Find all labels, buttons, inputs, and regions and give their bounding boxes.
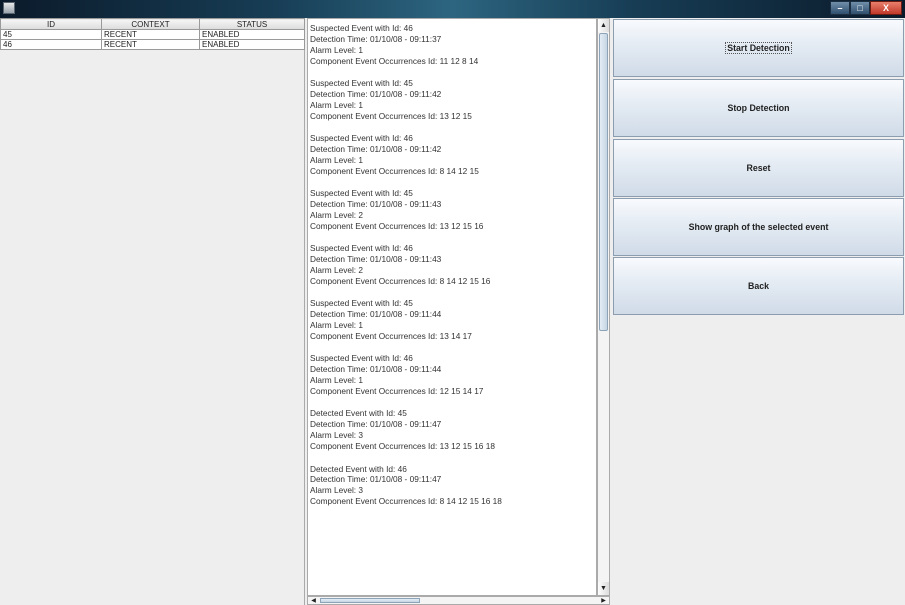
log-line: Alarm Level: 3 bbox=[310, 430, 364, 441]
log-line: Component Event Occurrences Id: 8 14 12 … bbox=[310, 275, 491, 286]
scroll-left-icon[interactable]: ◀ bbox=[309, 597, 318, 604]
log-line: Suspected Event with Id: 45 bbox=[310, 188, 413, 199]
log-line: Detection Time: 01/10/08 - 09:11:47 bbox=[310, 419, 442, 430]
table-row[interactable]: 46 RECENT ENABLED bbox=[0, 39, 305, 50]
log-line: Alarm Level: 1 bbox=[310, 320, 364, 331]
title-bar: – □ X bbox=[0, 0, 905, 18]
column-header-context[interactable]: CONTEXT bbox=[101, 18, 200, 30]
horizontal-scroll-thumb[interactable] bbox=[320, 598, 420, 603]
log-entry: Detected Event with Id: 45 Detection Time… bbox=[308, 408, 596, 452]
log-line: Alarm Level: 1 bbox=[310, 154, 364, 165]
scroll-up-icon[interactable]: ▲ bbox=[598, 19, 609, 32]
log-line: Alarm Level: 2 bbox=[310, 265, 364, 276]
event-table-panel: ID CONTEXT STATUS 45 RECENT ENABLED 46 R… bbox=[0, 18, 305, 605]
log-line: Detection Time: 01/10/08 - 09:11:42 bbox=[310, 144, 442, 155]
cell-id: 45 bbox=[0, 29, 102, 40]
log-entry: Suspected Event with Id: 45 Detection Tim… bbox=[308, 78, 596, 122]
log-line: Detection Time: 01/10/08 - 09:11:43 bbox=[310, 254, 442, 265]
log-line: Suspected Event with Id: 46 bbox=[310, 243, 413, 254]
column-header-status[interactable]: STATUS bbox=[199, 18, 305, 30]
log-line: Component Event Occurrences Id: 13 12 15 bbox=[310, 110, 472, 121]
log-line: Alarm Level: 1 bbox=[310, 375, 364, 386]
control-panel: Start Detection Stop Detection Reset Sho… bbox=[610, 18, 905, 605]
log-line: Component Event Occurrences Id: 13 12 15… bbox=[310, 441, 495, 452]
close-icon[interactable]: X bbox=[870, 1, 902, 15]
horizontal-scrollbar[interactable]: ◀ ▶ bbox=[307, 596, 610, 605]
scroll-right-icon[interactable]: ▶ bbox=[599, 597, 608, 604]
log-entry: Suspected Event with Id: 46 Detection Tim… bbox=[308, 353, 596, 397]
log-line: Suspected Event with Id: 46 bbox=[310, 353, 413, 364]
log-line: Alarm Level: 1 bbox=[310, 99, 364, 110]
log-line: Component Event Occurrences Id: 11 12 8 … bbox=[310, 55, 479, 66]
log-line: Detected Event with Id: 46 bbox=[310, 463, 407, 474]
log-entry: Suspected Event with Id: 46 Detection Tim… bbox=[308, 133, 596, 177]
start-detection-label: Start Detection bbox=[725, 42, 792, 54]
log-line: Detection Time: 01/10/08 - 09:11:43 bbox=[310, 199, 442, 210]
cell-status: ENABLED bbox=[199, 29, 305, 40]
log-entry: Suspected Event with Id: 45 Detection Tim… bbox=[308, 188, 596, 232]
back-button[interactable]: Back bbox=[613, 257, 904, 315]
back-label: Back bbox=[747, 281, 770, 291]
stop-detection-label: Stop Detection bbox=[727, 103, 790, 113]
table-row[interactable]: 45 RECENT ENABLED bbox=[0, 29, 305, 40]
column-header-id[interactable]: ID bbox=[0, 18, 102, 30]
window-controls: – □ X bbox=[830, 1, 902, 15]
show-graph-button[interactable]: Show graph of the selected event bbox=[613, 198, 904, 256]
log-entry: Detected Event with Id: 46 Detection Time… bbox=[308, 464, 596, 508]
vertical-scroll-thumb[interactable] bbox=[599, 33, 608, 331]
cell-id: 46 bbox=[0, 39, 102, 50]
vertical-scrollbar[interactable]: ▲ ▼ bbox=[597, 18, 610, 596]
cell-context: RECENT bbox=[101, 29, 200, 40]
log-line: Component Event Occurrences Id: 8 14 12 … bbox=[310, 165, 479, 176]
log-entry: Suspected Event with Id: 46 Detection Tim… bbox=[308, 23, 596, 67]
log-line: Detection Time: 01/10/08 - 09:11:42 bbox=[310, 88, 442, 99]
log-line: Suspected Event with Id: 46 bbox=[310, 23, 413, 33]
log-line: Detection Time: 01/10/08 - 09:11:37 bbox=[310, 33, 442, 44]
minimize-icon[interactable]: – bbox=[830, 1, 850, 15]
log-line: Detection Time: 01/10/08 - 09:11:44 bbox=[310, 309, 442, 320]
log-line: Alarm Level: 2 bbox=[310, 209, 364, 220]
log-line: Suspected Event with Id: 45 bbox=[310, 78, 413, 89]
app-icon bbox=[3, 2, 15, 14]
reset-label: Reset bbox=[746, 163, 771, 173]
log-line: Component Event Occurrences Id: 8 14 12 … bbox=[310, 496, 502, 507]
scroll-down-icon[interactable]: ▼ bbox=[598, 582, 609, 595]
log-line: Suspected Event with Id: 45 bbox=[310, 298, 413, 309]
event-table: ID CONTEXT STATUS 45 RECENT ENABLED 46 R… bbox=[0, 18, 305, 50]
log-line: Component Event Occurrences Id: 13 12 15… bbox=[310, 220, 484, 231]
log-line: Alarm Level: 3 bbox=[310, 485, 364, 496]
log-line: Detected Event with Id: 45 bbox=[310, 408, 407, 419]
log-line: Alarm Level: 1 bbox=[310, 44, 364, 55]
show-graph-label: Show graph of the selected event bbox=[688, 222, 829, 232]
log-line: Component Event Occurrences Id: 13 14 17 bbox=[310, 330, 472, 341]
maximize-icon[interactable]: □ bbox=[850, 1, 870, 15]
log-line: Detection Time: 01/10/08 - 09:11:44 bbox=[310, 364, 442, 375]
stop-detection-button[interactable]: Stop Detection bbox=[613, 79, 904, 137]
event-log-text-area[interactable]: Suspected Event with Id: 46 Detection Tim… bbox=[307, 18, 597, 596]
log-line: Detection Time: 01/10/08 - 09:11:47 bbox=[310, 474, 442, 485]
log-line: Component Event Occurrences Id: 12 15 14… bbox=[310, 386, 484, 397]
log-line: Suspected Event with Id: 46 bbox=[310, 133, 413, 144]
cell-context: RECENT bbox=[101, 39, 200, 50]
start-detection-button[interactable]: Start Detection bbox=[613, 19, 904, 77]
reset-button[interactable]: Reset bbox=[613, 139, 904, 197]
log-entry: Suspected Event with Id: 45 Detection Tim… bbox=[308, 298, 596, 342]
log-entry: Suspected Event with Id: 46 Detection Tim… bbox=[308, 243, 596, 287]
table-header-row: ID CONTEXT STATUS bbox=[0, 18, 305, 30]
cell-status: ENABLED bbox=[199, 39, 305, 50]
